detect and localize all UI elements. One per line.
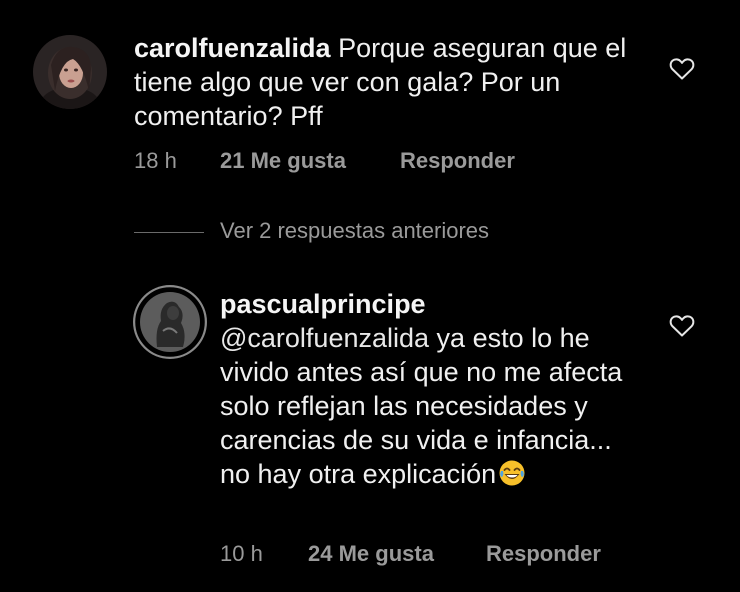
comment-text: @carolfuenzalida ya esto lo he vivido an… xyxy=(220,321,640,491)
heart-outline-icon[interactable] xyxy=(669,314,695,338)
like-count[interactable]: 21 Me gusta xyxy=(220,148,346,174)
comment-timestamp: 18 h xyxy=(134,148,177,173)
view-replies-label: Ver 2 respuestas anteriores xyxy=(220,218,490,243)
profile-photo-icon xyxy=(133,285,207,359)
profile-photo-icon xyxy=(33,35,107,109)
comment-timestamp: 10 h xyxy=(220,541,263,566)
replies-divider xyxy=(134,232,204,233)
comment-mention[interactable]: @carolfuenzalida xyxy=(220,323,429,353)
reply-button[interactable]: Responder xyxy=(486,541,601,567)
avatar-pascualprincipe[interactable] xyxy=(133,285,207,359)
tears-of-joy-emoji-icon xyxy=(499,460,525,486)
heart-outline-icon[interactable] xyxy=(669,57,695,81)
like-count[interactable]: 24 Me gusta xyxy=(308,541,434,567)
reply-button[interactable]: Responder xyxy=(400,148,515,174)
comment-text: carolfuenzalida Porque aseguran que el t… xyxy=(134,31,634,133)
comment-username[interactable]: carolfuenzalida xyxy=(134,33,331,63)
avatar-carolfuenzalida[interactable] xyxy=(33,35,107,109)
comment-username[interactable]: pascualprincipe xyxy=(220,287,640,321)
